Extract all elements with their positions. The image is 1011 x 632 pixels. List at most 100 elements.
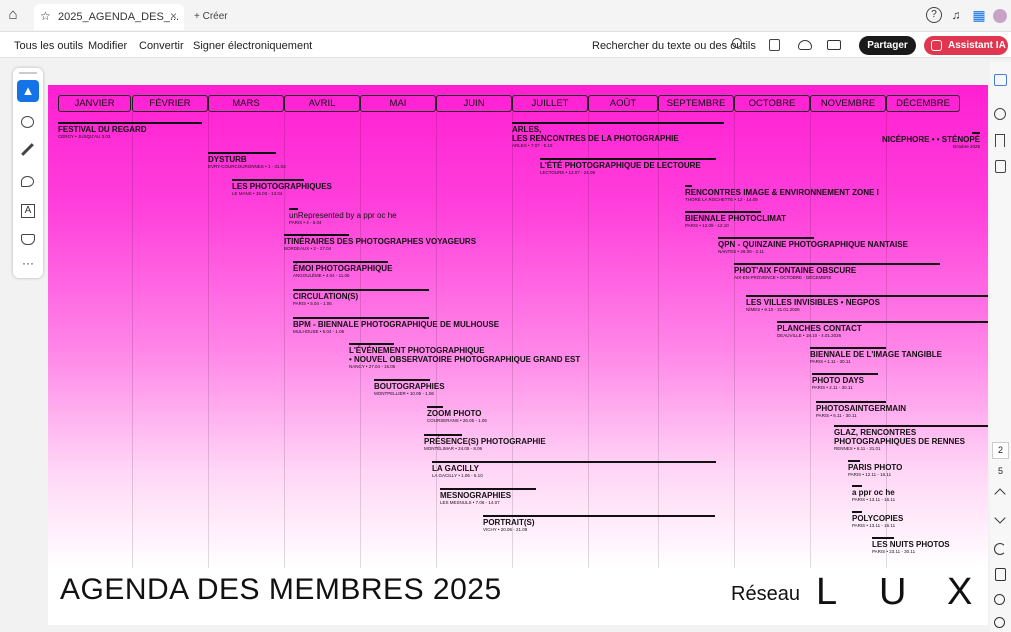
logo-letter: U (879, 571, 907, 613)
zoom-out-icon[interactable] (994, 617, 1005, 628)
event-item: LES VILLES INVISIBLES • NEGPOS NÎMES • 9.… (746, 295, 988, 313)
event-details: LA GACILLY • 1.06 - 5.10 (432, 473, 483, 478)
event-item: PHOTOSAINTGERMAIN PARIS • 6.11 - 30.11 (816, 401, 906, 419)
event-details: CERGY • JUSQU'AU 3.03 (58, 134, 111, 139)
draw-lasso-icon[interactable] (21, 176, 34, 187)
event-details: PARIS • 23.11 - 30.11 (872, 549, 916, 554)
print-icon[interactable] (827, 40, 841, 50)
edit-menu[interactable]: Modifier (88, 40, 127, 52)
month-header: SEPTEMBRE (658, 95, 734, 112)
chevron-down-icon[interactable] (994, 512, 1006, 524)
event-name: LES VILLES INVISIBLES • NEGPOS (746, 298, 880, 307)
comment-panel-icon[interactable] (994, 74, 1007, 86)
event-name: BIENNALE DE L'IMAGE TANGIBLE (810, 350, 942, 359)
current-page-number[interactable]: 2 (992, 442, 1009, 459)
event-details: Octobre 2025 (952, 144, 980, 149)
all-tools-menu[interactable]: Tous les outils (14, 40, 83, 52)
event-item: unRepresented by a ppr oc he PARIS • 4 - … (289, 208, 397, 226)
month-divider (734, 112, 735, 568)
month-divider (208, 112, 209, 568)
share-button[interactable]: Partager (859, 36, 916, 55)
pages-icon[interactable] (995, 160, 1006, 173)
event-name-line2: LES RENCONTRES DE LA PHOTOGRAPHIE (512, 134, 679, 143)
pdf-page[interactable]: JANVIER FÉVRIER MARS AVRIL MAI JUIN JUIL… (48, 85, 988, 625)
event-item: L'ÉVÉNEMENT PHOTOGRAPHIQUE • NOUVEL OBSER… (349, 343, 580, 370)
event-name: POLYCOPIES (852, 514, 904, 523)
acrobat-toolbar: Tous les outils Modifier Convertir Signe… (0, 32, 1011, 58)
sign-menu[interactable]: Signer électroniquement (193, 40, 312, 52)
lux-logo: Réseau L U X (731, 571, 981, 613)
event-name: unRepresented by a ppr oc he (289, 211, 397, 220)
month-divider (588, 112, 589, 568)
apps-grid-icon[interactable]: ▦ (970, 6, 988, 24)
page-thumbnail-icon[interactable] (769, 39, 780, 51)
document-tab[interactable]: ☆ 2025_AGENDA_DES_... × (34, 4, 184, 30)
event-name: ITINÉRAIRES DES PHOTOGRAPHES VOYAGEURS (284, 237, 477, 246)
new-tab-button[interactable]: + Créer (194, 11, 228, 22)
document-icon[interactable] (995, 568, 1006, 581)
refresh-icon[interactable] (994, 543, 1006, 555)
stamp-signature-icon[interactable] (21, 234, 35, 245)
right-panel-rail: 2 5 (990, 62, 1011, 632)
event-item: GLAZ, RENCONTRES PHOTOGRAPHIQUES DE RENNE… (834, 425, 988, 452)
month-divider (436, 112, 437, 568)
logo-letter: X (947, 571, 973, 613)
text-box-icon[interactable]: A (21, 204, 35, 218)
event-name: LES PHOTOGRAPHIQUES (232, 182, 332, 191)
search-icon[interactable] (732, 38, 742, 48)
event-item: RENCONTRES IMAGE & ENVIRONNEMENT ZONE IT… (685, 185, 879, 203)
event-item: BOUTOGRAPHIES MONTPELLIER • 10.05 - 1.06 (374, 379, 445, 397)
event-details: NÎMES • 9.10 - 31.01.2026 (746, 307, 800, 312)
event-details: MONTÉLIMAR • 24.05 - 8.06 (424, 446, 483, 451)
bookmark-icon[interactable] (995, 134, 1005, 147)
event-details: ANGOULÊME • 4.04 - 11.05 (293, 273, 350, 278)
event-name: L'ÉVÉNEMENT PHOTOGRAPHIQUE (349, 346, 485, 355)
star-icon[interactable]: ☆ (40, 9, 51, 23)
event-details: NANCY • 27.04 - 15.05 (349, 364, 396, 369)
month-header: MAI (360, 95, 436, 112)
convert-menu[interactable]: Convertir (139, 40, 184, 52)
event-item: POLYCOPIES PARIS • 13.11 - 16.11 (852, 511, 903, 529)
event-name-line2: • NOUVEL OBSERVATOIRE PHOTOGRAPHIQUE GRA… (349, 355, 581, 364)
app-window: ⌂ ☆ 2025_AGENDA_DES_... × + Créer ? ♫ ▦ … (0, 0, 1011, 632)
month-header: MARS (208, 95, 284, 112)
event-details: LECTOURE • 12.07 - 21.09 (540, 170, 596, 175)
event-item: BIENNALE PHOTOCLIMAT PARIS • 12.09 - 12.1… (685, 211, 786, 229)
cloud-upload-icon[interactable] (798, 40, 812, 50)
ai-assistant-button[interactable]: Assistant IA (924, 36, 1008, 55)
search-panel-icon[interactable] (994, 108, 1006, 120)
event-details: PARIS • 5.04 - 1.06 (293, 301, 332, 306)
event-name: LA GACILLY (432, 464, 479, 473)
event-name: CIRCULATION(S) (293, 292, 359, 301)
event-name: a ppr oc he (852, 488, 895, 497)
event-item: a ppr oc he PARIS • 13.11 - 16.11 (852, 485, 895, 503)
event-details: PARIS • 2.11 - 30.11 (812, 385, 853, 390)
month-header: AOÛT (588, 95, 658, 112)
logo-prefix: Réseau (731, 583, 800, 605)
select-tool-icon[interactable]: ▲ (17, 80, 39, 102)
event-item: PARIS PHOTO PARIS • 12.11 - 16.11 (848, 460, 902, 478)
help-icon[interactable]: ? (926, 7, 942, 23)
event-details: COURSERANS • 26.05 - 1.06 (427, 418, 487, 423)
chevron-up-icon[interactable] (994, 488, 1006, 500)
event-item: ZOOM PHOTO COURSERANS • 26.05 - 1.06 (427, 406, 487, 424)
month-header: DÉCEMBRE (886, 95, 960, 112)
ai-assistant-icon (931, 40, 942, 51)
event-item: ITINÉRAIRES DES PHOTOGRAPHES VOYAGEURS BO… (284, 234, 476, 252)
more-tools-icon[interactable]: ··· (19, 256, 37, 270)
tab-close-button[interactable]: × (170, 9, 177, 23)
event-details: PARIS • 4 - 6.04 (289, 220, 322, 225)
home-icon[interactable]: ⌂ (4, 6, 22, 24)
page-title: AGENDA DES MEMBRES 2025 (60, 573, 502, 606)
zoom-in-icon[interactable] (994, 594, 1005, 605)
highlight-pen-icon[interactable] (21, 143, 34, 156)
event-details: AIX-EN-PROVENCE • OCTOBRE - DÉCEMBRE (734, 275, 832, 280)
comment-tool-icon[interactable] (21, 116, 34, 128)
profile-avatar[interactable] (993, 9, 1007, 23)
month-header: FÉVRIER (132, 95, 208, 112)
event-name: PORTRAIT(S) (483, 518, 535, 527)
event-details: PARIS • 12.09 - 12.10 (685, 223, 729, 228)
notification-bell-icon[interactable]: ♫ (947, 6, 965, 24)
event-details: PARIS • 1.11 - 30.11 (810, 359, 851, 364)
event-name: BOUTOGRAPHIES (374, 382, 445, 391)
